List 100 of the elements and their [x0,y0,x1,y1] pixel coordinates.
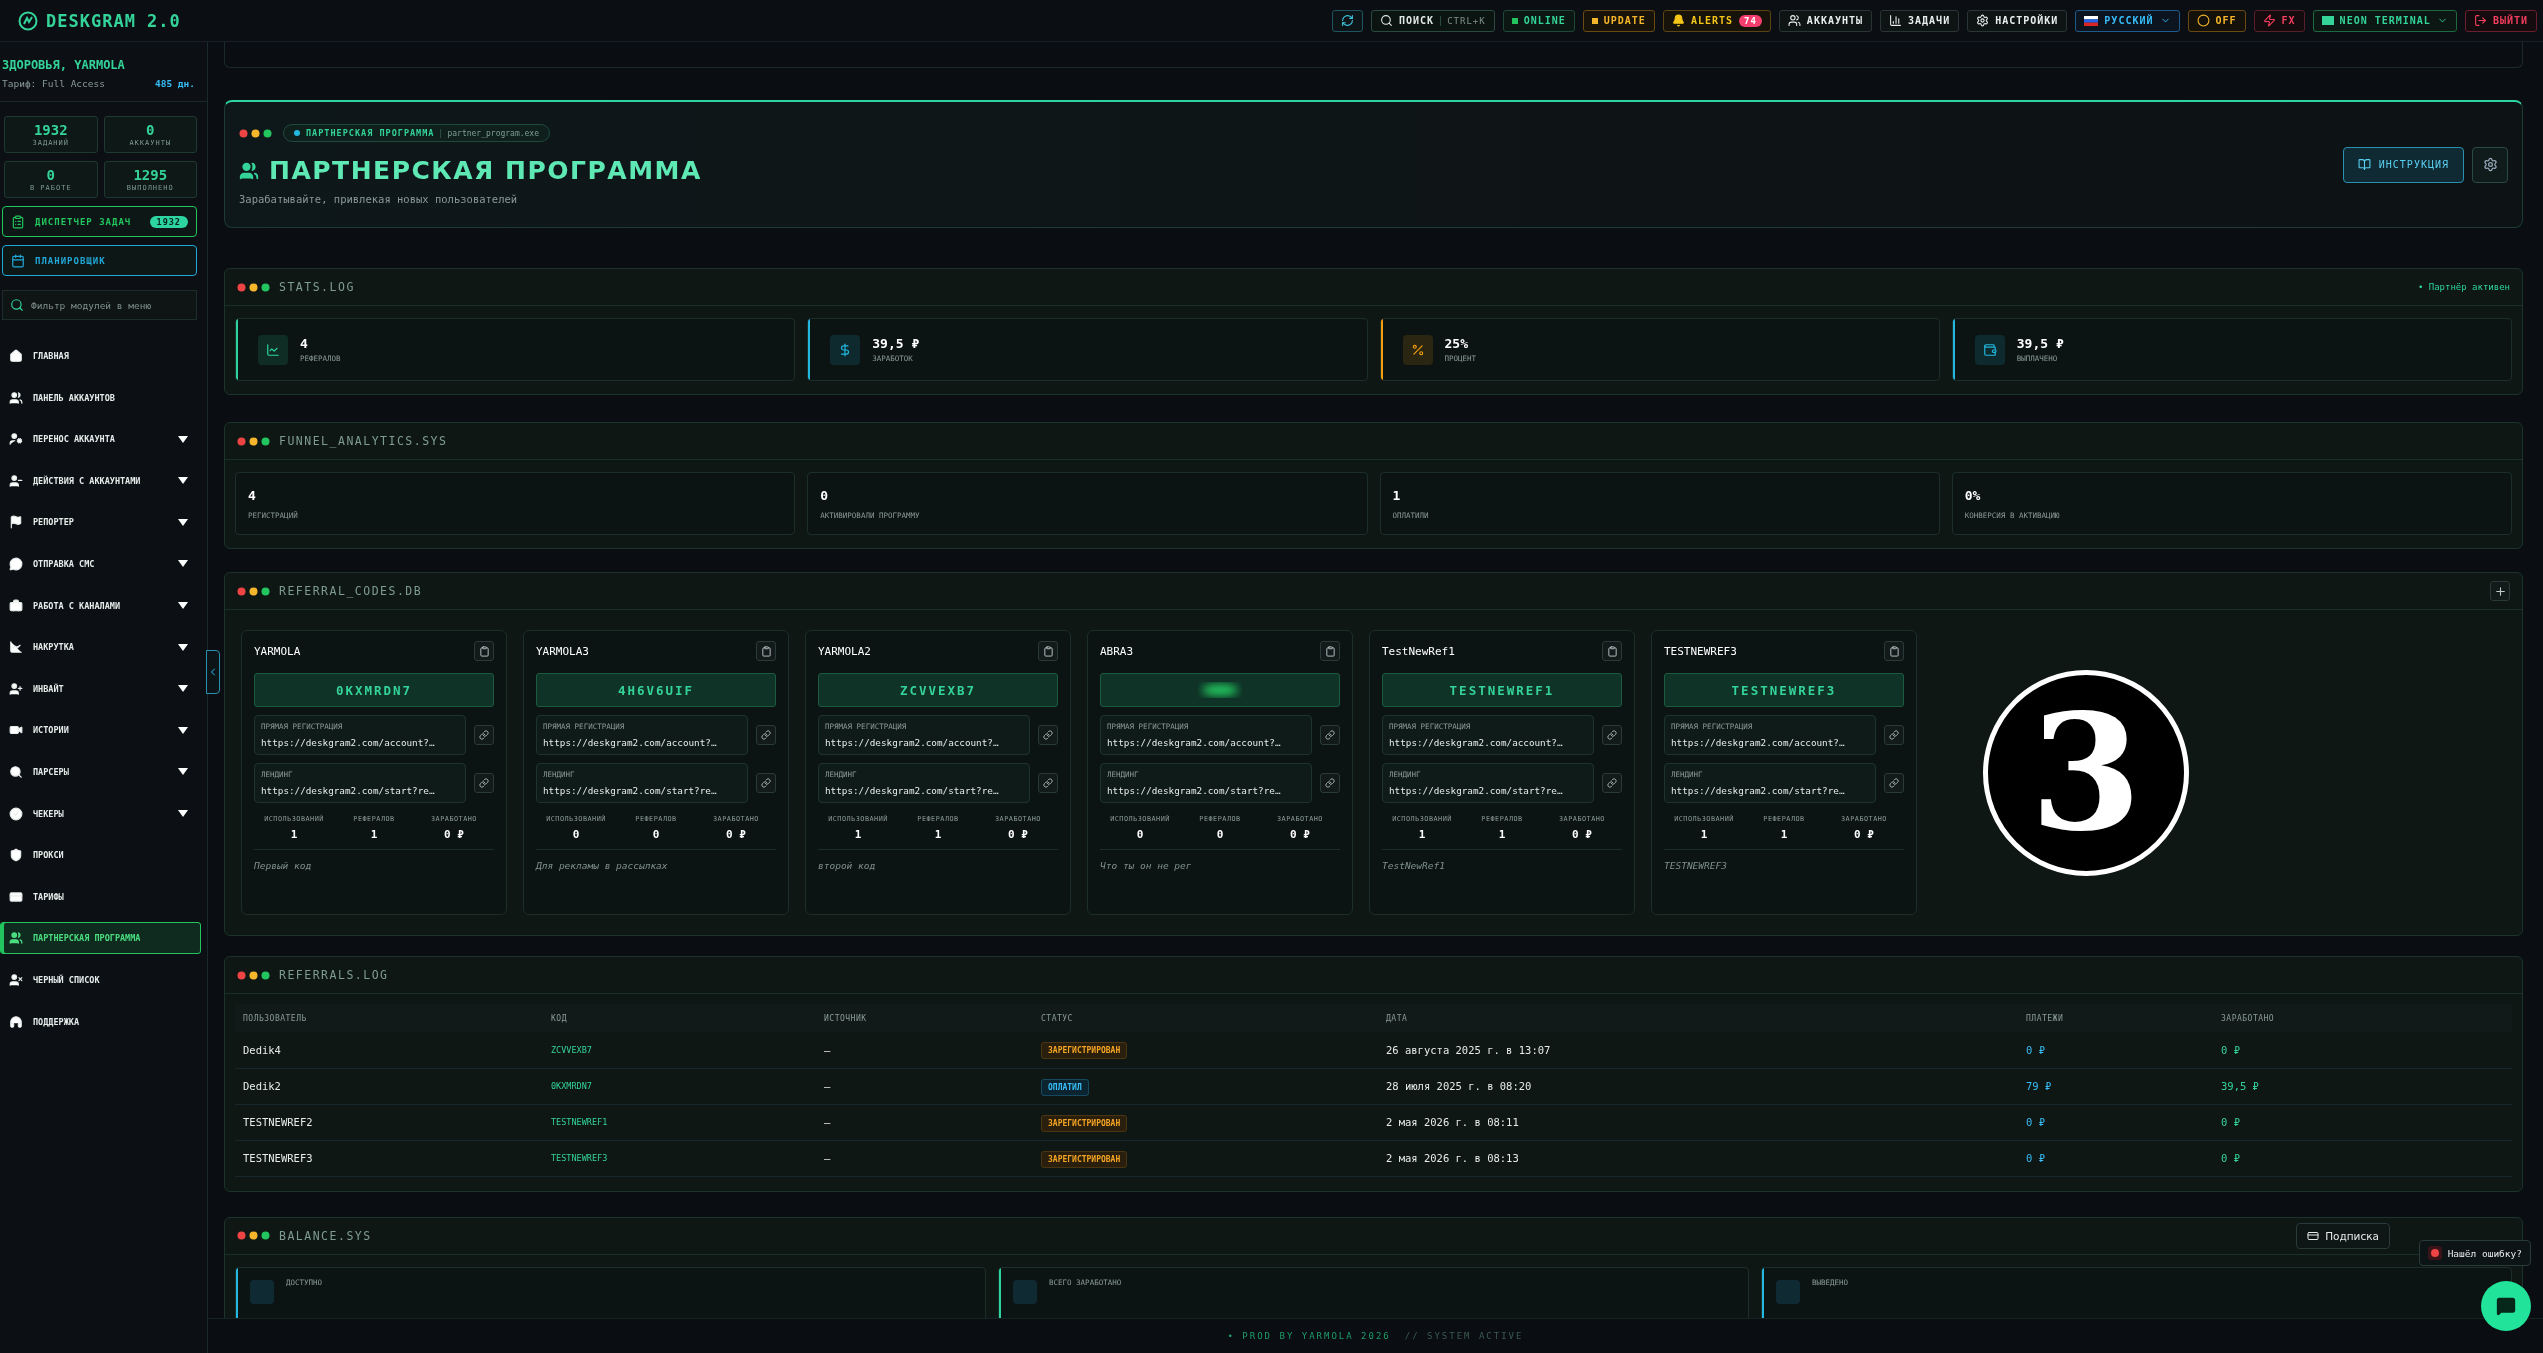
clipboard-icon [1888,645,1900,657]
nav-button[interactable]: АККАУНТЫ [1778,9,1873,32]
clipboard-icon [478,645,490,657]
nav-item[interactable]: ТАРИФЫ [0,880,201,913]
referral-code: 4H6V6UIF [536,673,776,707]
nav-item[interactable]: ИСТОРИИ [0,714,201,747]
logout-button[interactable]: ВЫЙТИ [2464,9,2537,32]
referral-code: ZCVVEXB7 [818,673,1058,707]
nav-item[interactable]: НАКРУТКА [0,631,201,664]
nav-item[interactable]: ОТПРАВКА СМС [0,547,201,580]
bug-report-button[interactable]: Нашёл ошибку? [2418,1240,2531,1266]
search-icon [9,764,23,779]
nav-button[interactable]: НАСТРОЙКИ [1967,9,2068,32]
link-url: https://deskgram2.com/start?re… [543,785,718,796]
fx-button[interactable]: FX [2253,9,2305,32]
nav-label: ПАРТНЕРСКАЯ ПРОГРАММА [33,933,141,944]
collapse-handle[interactable] [206,650,220,694]
nav-item[interactable]: РЕПОРТЕР [0,506,201,539]
language-select[interactable]: РУССКИЙ [2075,9,2180,32]
users-icon [9,931,23,946]
user-plus-icon [9,681,23,696]
theme-select[interactable]: NEON TERMINAL [2312,9,2457,32]
nav-item[interactable]: ИНВАЙТ [0,672,201,705]
table-cell: 39,5 ₽ [2213,1068,2512,1104]
nav-button[interactable]: ЗАДАЧИ [1880,9,1960,32]
copy-button[interactable] [1320,641,1340,661]
link-icon [761,730,771,740]
code-name: TestNewRef1 [1382,644,1455,658]
stat-value: 1 [1780,828,1788,841]
copy-button[interactable] [1038,641,1058,661]
link-button[interactable] [474,725,494,745]
link-button[interactable] [756,725,776,745]
add-button[interactable] [2490,581,2510,601]
nav-label: ПАРСЕРЫ [33,766,69,777]
effects-toggle[interactable]: OFF [2187,9,2246,32]
filter-field[interactable]: Фильтр модулей в меню [2,290,197,320]
copy-button[interactable] [1884,641,1904,661]
window-dots-icon [237,970,271,980]
link-button[interactable] [474,773,494,793]
plan-label: Тариф: Full Access [2,78,105,89]
table-cell: — [816,1104,1033,1140]
users-icon [1787,14,1801,27]
nav-item[interactable]: ДЕЙСТВИЯ С АККАУНТАМИ [0,464,201,497]
refresh-icon [1341,14,1354,27]
subscription-button[interactable]: Подписка [2296,1222,2390,1249]
nav-item[interactable]: ГЛАВНАЯ [0,340,201,372]
refresh-button[interactable] [1332,9,1363,32]
link-button[interactable] [1884,725,1904,745]
funnel-value: 1 [1392,487,1402,503]
link-button[interactable] [1038,773,1058,793]
link-icon [479,778,489,788]
online-status[interactable]: ONLINE [1502,9,1575,32]
link-icon [1043,730,1053,740]
code-note: Первый код [254,860,313,871]
nav-item[interactable]: ПРОКСИ [0,839,201,872]
module-name: ПАРТНЕРСКАЯ ПРОГРАММА [306,128,435,138]
users-icon [9,390,23,405]
nav-label: ОТПРАВКА СМС [33,558,95,569]
instruction-button[interactable]: ИНСТРУКЦИЯ [2342,146,2464,183]
update-button[interactable]: UPDATE [1582,9,1655,32]
link-button[interactable] [1602,773,1622,793]
funnel-value: 0% [1964,487,1982,503]
nav-item[interactable]: ПАНЕЛЬ АККАУНТОВ [0,381,201,414]
table-cell: TESTNEWREF1 [543,1104,816,1140]
stat-value: 0 ₽ [1008,828,1028,841]
nav-item[interactable]: ПЕРЕНОС АККАУНТА [0,423,201,456]
stat-value: 0 ₽ [1854,828,1874,841]
nav-item[interactable]: ПАРТНЕРСКАЯ ПРОГРАММА [0,922,201,955]
settings-icon [2482,157,2498,172]
task-dispatcher-button[interactable]: ДИСПЕТЧЕР ЗАДАЧ 1932 [2,206,197,237]
table-cell: 0 ₽ [2213,1140,2512,1176]
table-cell: 26 августа 2025 г. в 13:07 [1378,1032,2018,1068]
link-button[interactable] [1320,773,1340,793]
link-button[interactable] [756,773,776,793]
alerts-button[interactable]: ALERTS 74 [1662,9,1771,32]
planner-button[interactable]: ПЛАНИРОВЩИК [2,245,197,276]
nav-item[interactable]: ПАРСЕРЫ [0,755,201,788]
nav-item[interactable]: РАБОТА С КАНАЛАМИ [0,589,201,622]
user-x-icon [9,972,23,987]
link-url: https://deskgram2.com/account?… [261,737,436,748]
settings-button[interactable] [2472,146,2508,183]
chat-button[interactable] [2481,1281,2531,1331]
shortcut-hint: CTRL+K [1440,15,1486,26]
copy-button[interactable] [756,641,776,661]
copy-button[interactable] [474,641,494,661]
search-button[interactable]: ПОИСК CTRL+K [1371,9,1495,32]
shield-icon [9,848,23,863]
link-url: https://deskgram2.com/start?re… [1107,785,1282,796]
nav-item[interactable]: ПОДДЕРЖКА [0,1005,201,1038]
nav-item[interactable]: ЧЕКЕРЫ [0,797,201,830]
stat-value: 39,5 ₽ [2016,336,2064,351]
nav-label: ГЛАВНАЯ [33,351,69,361]
link-button[interactable] [1602,725,1622,745]
settings-icon [1976,14,1990,27]
nav-item[interactable]: ЧЕРНЫЙ СПИСОК [0,963,201,996]
link-button[interactable] [1884,773,1904,793]
copy-button[interactable] [1602,641,1622,661]
link-button[interactable] [1038,725,1058,745]
link-button[interactable] [1320,725,1340,745]
referral-code: TESTNEWREF1 [1382,673,1622,707]
